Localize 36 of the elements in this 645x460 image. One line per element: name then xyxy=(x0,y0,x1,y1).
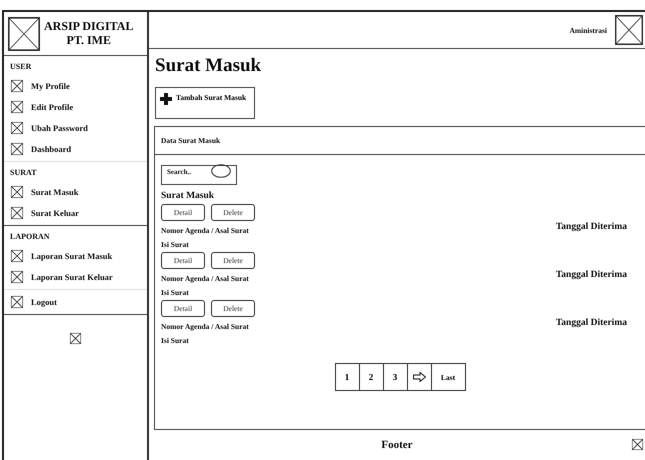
crossed-box-icon xyxy=(11,296,23,308)
crossed-box-icon xyxy=(8,16,40,50)
sidebar-item[interactable]: Laporan Surat Masuk xyxy=(31,251,112,261)
arrow-right-icon xyxy=(412,372,426,382)
list-title: Surat Masuk xyxy=(161,191,216,201)
section-heading: LAPORAN xyxy=(10,232,51,241)
sidebar-item[interactable]: My Profile xyxy=(31,81,70,91)
date-text: Tanggal Diterima xyxy=(556,318,627,328)
section-heading: SURAT xyxy=(10,168,38,177)
crossed-box-icon xyxy=(11,80,23,92)
footer-text: Footer xyxy=(381,439,413,451)
crossed-box-icon xyxy=(11,186,23,198)
crossed-box-icon xyxy=(632,439,643,450)
crossed-box-icon xyxy=(11,207,23,219)
crossed-box-icon xyxy=(11,101,23,113)
crossed-box-icon xyxy=(11,250,23,262)
section-heading: USER xyxy=(10,62,32,71)
sidebar-item[interactable]: Laporan Surat Keluar xyxy=(31,272,113,282)
crossed-box-icon xyxy=(11,143,23,155)
page-title: Surat Masuk xyxy=(155,55,262,77)
plus-icon xyxy=(160,93,172,105)
crossed-box-icon xyxy=(11,271,23,283)
sidebar-item[interactable]: Logout xyxy=(31,297,57,307)
brand-name: PT. IME xyxy=(66,34,112,48)
sidebar-item[interactable]: Ubah Password xyxy=(31,123,88,133)
crossed-box-icon xyxy=(615,15,643,45)
crossed-box-icon xyxy=(70,333,81,344)
search-icon xyxy=(211,164,231,178)
sidebar-item[interactable]: Edit Profile xyxy=(31,102,74,112)
brand-name: ARSIP DIGITAL xyxy=(44,20,134,34)
date-text: Tanggal Diterima xyxy=(556,222,627,232)
sidebar-item[interactable]: Surat Keluar xyxy=(31,208,79,218)
date-text: Tanggal Diterima xyxy=(556,270,627,280)
sidebar-item[interactable]: Surat Masuk xyxy=(31,187,78,197)
crossed-box-icon xyxy=(11,122,23,134)
sidebar-item[interactable]: Dashboard xyxy=(31,144,72,154)
